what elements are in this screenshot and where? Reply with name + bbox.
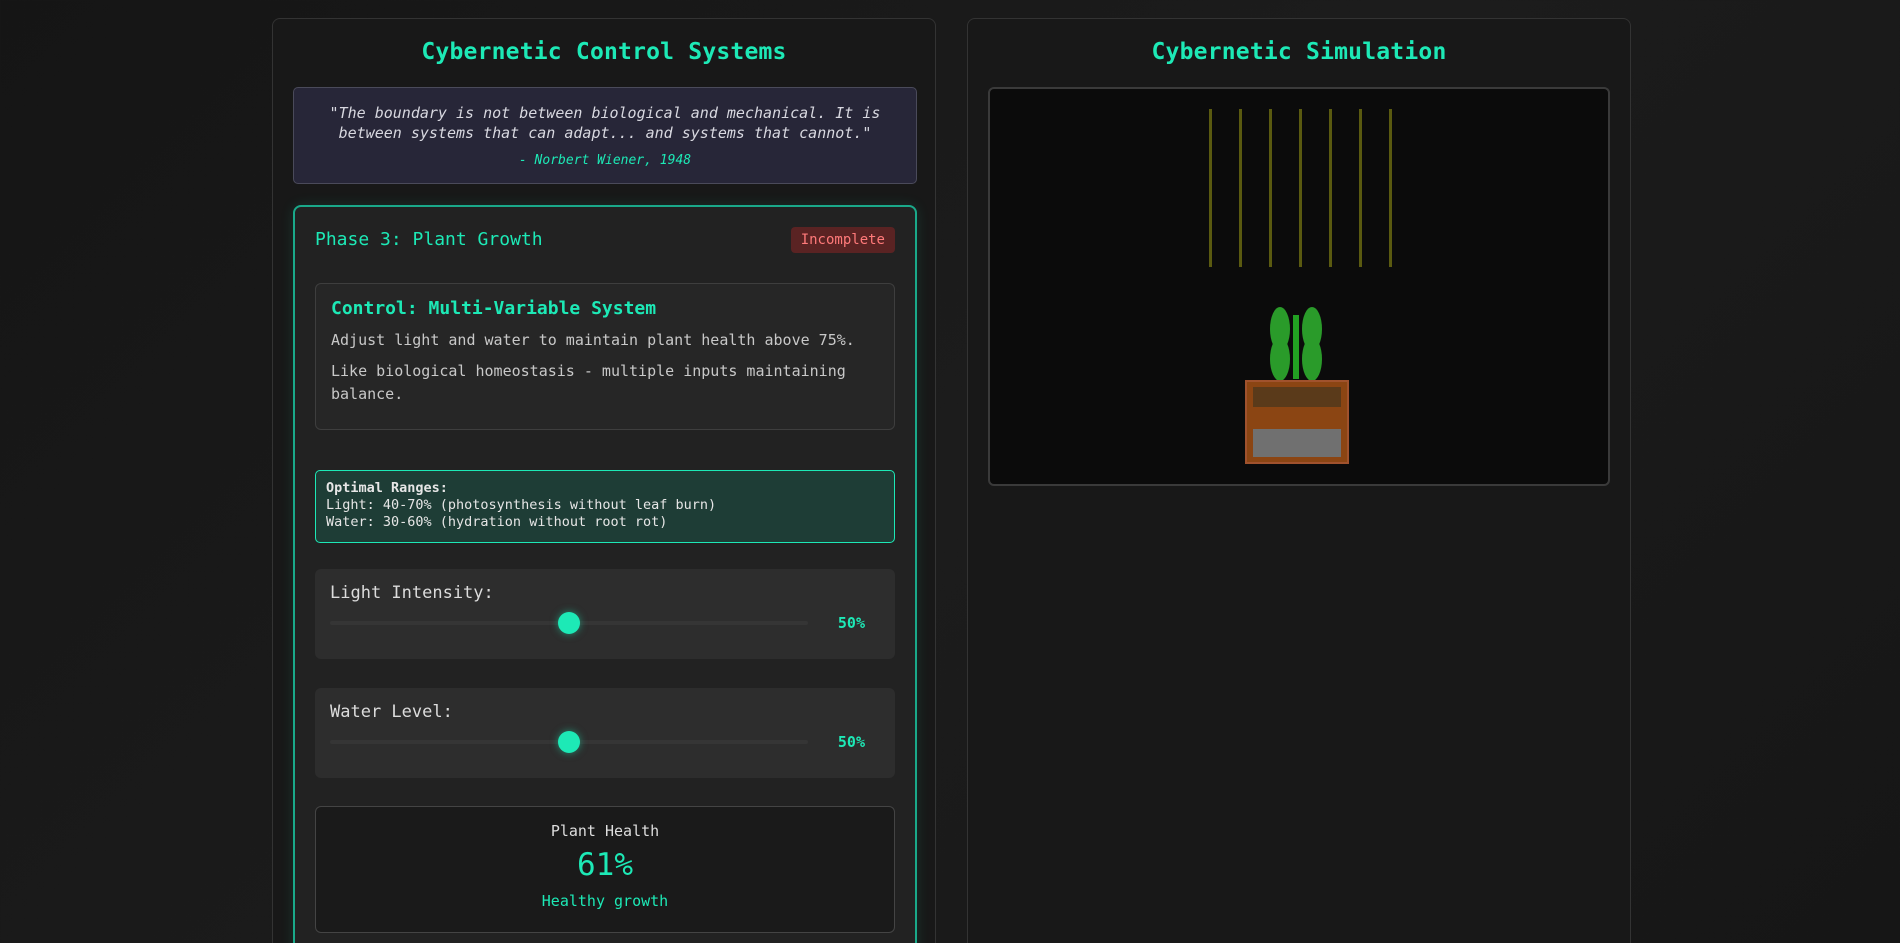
simulation-title: Cybernetic Simulation (1151, 39, 1447, 65)
light-slider-value: 50% (837, 614, 865, 632)
light-beam (1359, 109, 1362, 267)
simulation-scene (1209, 109, 1392, 464)
water-slider-track[interactable] (330, 731, 808, 753)
water-slider-label: Water Level: (330, 702, 453, 722)
light-beam (1269, 109, 1272, 267)
quote-author: - Norbert Wiener, 1948 (518, 153, 692, 168)
quote-text: "The boundary is not between biological … (329, 104, 881, 142)
water-slider-value: 50% (837, 733, 865, 751)
water-level-indicator (1253, 429, 1341, 457)
light-slider-label: Light Intensity: (330, 583, 494, 603)
phase-title: Phase 3: Plant Growth (315, 229, 543, 250)
plant-stem (1293, 315, 1299, 379)
control-description: Control: Multi-Variable System Adjust li… (315, 283, 895, 430)
leaf-right-bottom (1302, 337, 1322, 381)
soil (1253, 387, 1341, 407)
light-slider-group: Light Intensity: 50% (315, 569, 895, 659)
phase-card: Phase 3: Plant Growth Incomplete Control… (293, 205, 917, 943)
water-slider-group: Water Level: 50% (315, 688, 895, 778)
status-badge: Incomplete (790, 227, 895, 253)
light-slider-thumb[interactable] (558, 612, 580, 634)
quote-box: "The boundary is not between biological … (293, 87, 917, 184)
light-beam (1299, 109, 1302, 267)
panel-title: Cybernetic Control Systems (421, 39, 787, 65)
light-beam (1209, 109, 1212, 267)
light-beam (1239, 109, 1242, 267)
light-beam (1389, 109, 1392, 267)
control-panel: Cybernetic Control Systems "The boundary… (272, 18, 936, 943)
light-beam (1329, 109, 1332, 267)
ranges-header: Optimal Ranges: (326, 480, 448, 496)
plant-health-status: Healthy growth (541, 892, 669, 910)
simulation-canvas (988, 87, 1610, 486)
control-desc-primary: Adjust light and water to maintain plant… (331, 331, 855, 349)
ranges-water: Water: 30-60% (hydration without root ro… (326, 514, 668, 530)
plant-health-box: Plant Health 61% Healthy growth (315, 806, 895, 933)
plant-health-value: 61% (577, 847, 633, 883)
simulation-panel: Cybernetic Simulation (967, 18, 1631, 943)
control-title: Control: Multi-Variable System (331, 298, 657, 319)
plant-health-label: Plant Health (550, 822, 660, 840)
light-slider-track[interactable] (330, 612, 808, 634)
optimal-ranges: Optimal Ranges: Light: 40-70% (photosynt… (315, 470, 895, 543)
water-slider-thumb[interactable] (558, 731, 580, 753)
leaf-left-bottom (1270, 337, 1290, 381)
plant (1245, 307, 1349, 464)
light-beams (1209, 109, 1392, 267)
ranges-light: Light: 40-70% (photosynthesis without le… (326, 497, 717, 513)
control-desc-secondary: Like biological homeostasis - multiple i… (331, 362, 846, 403)
